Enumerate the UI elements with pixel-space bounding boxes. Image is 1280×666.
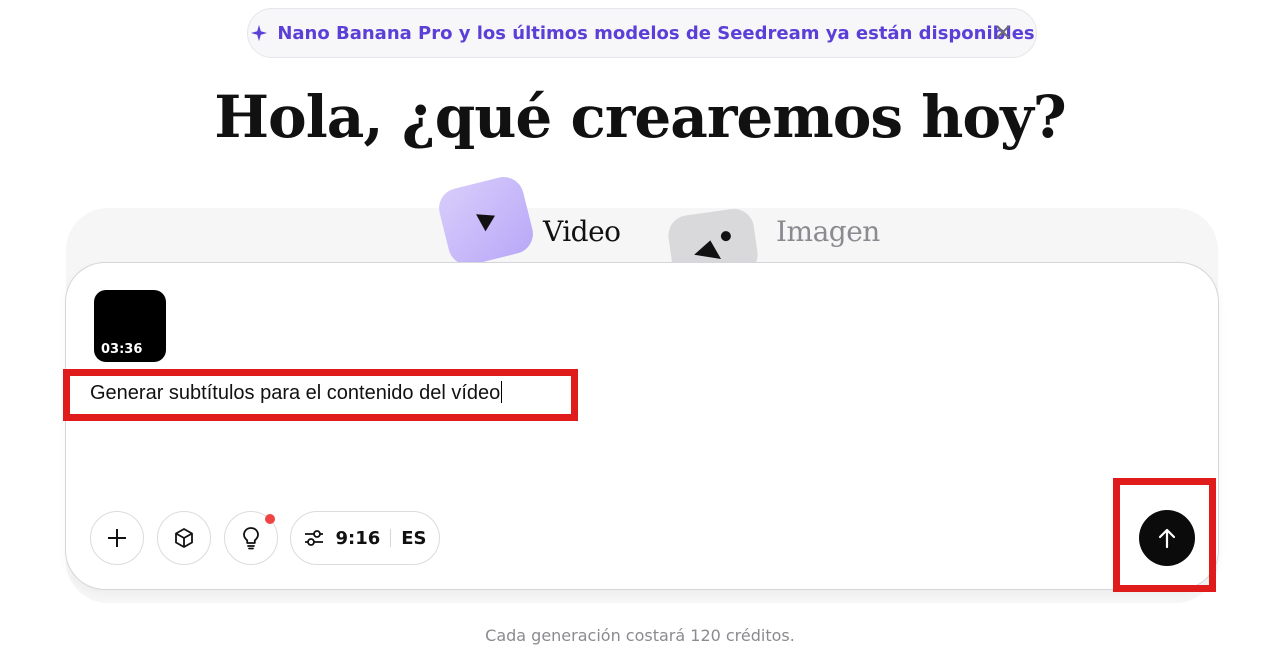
arrow-up-icon <box>1158 528 1176 549</box>
tab-video-label: Video <box>543 215 621 248</box>
announcement-banner[interactable]: Nano Banana Pro y los últimos modelos de… <box>247 8 1037 58</box>
credit-note: Cada generación costará 120 créditos. <box>485 626 795 645</box>
plus-icon <box>108 529 126 547</box>
aspect-ratio: 9:16 <box>335 527 381 549</box>
sparkle-icon <box>249 23 269 43</box>
prompt-text: Generar subtítulos para el contenido del… <box>90 382 501 404</box>
send-button[interactable] <box>1139 510 1195 566</box>
video-attachment[interactable]: 03:36 <box>94 290 166 362</box>
notification-dot <box>265 514 275 524</box>
model-button[interactable] <box>157 511 211 565</box>
text-caret <box>501 381 503 403</box>
tab-image-label: Imagen <box>776 215 880 248</box>
language: ES <box>401 527 427 549</box>
cube-icon <box>175 528 193 548</box>
lightbulb-icon <box>243 527 259 550</box>
divider <box>390 529 392 547</box>
banner-text[interactable]: Nano Banana Pro y los últimos modelos de… <box>277 23 1034 44</box>
page-title: Hola, ¿qué crearemos hoy? <box>214 83 1067 151</box>
idea-button[interactable] <box>224 511 278 565</box>
video-duration: 03:36 <box>101 342 143 357</box>
sliders-icon <box>305 530 324 546</box>
prompt-input[interactable]: Generar subtítulos para el contenido del… <box>90 381 503 405</box>
generation-settings[interactable]: 9:16 ES <box>290 511 440 565</box>
add-button[interactable] <box>90 511 144 565</box>
close-icon[interactable] <box>994 23 1012 41</box>
